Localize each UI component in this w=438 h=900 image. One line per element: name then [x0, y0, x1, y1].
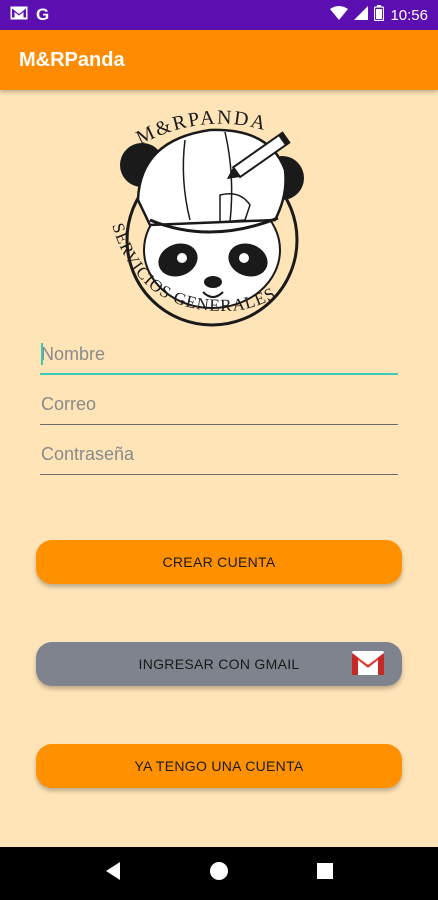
name-field[interactable] [40, 335, 398, 375]
panda-logo: M&RPANDA SERVICIOS GENERALES [100, 106, 330, 335]
cellular-signal-icon [354, 5, 369, 25]
recents-icon[interactable] [316, 862, 334, 885]
gmail-login-button[interactable]: INGRESAR CON GMAIL [36, 642, 402, 686]
create-account-button[interactable]: CREAR CUENTA [36, 540, 402, 584]
gmail-notification-icon [10, 6, 28, 25]
name-field-wrapper [40, 335, 398, 375]
password-field[interactable] [40, 435, 398, 475]
have-account-button[interactable]: YA TENGO UNA CUENTA [36, 744, 402, 788]
have-account-label: YA TENGO UNA CUENTA [134, 758, 304, 774]
password-field-wrapper [40, 435, 398, 475]
wifi-icon [330, 5, 349, 25]
battery-icon [374, 4, 385, 26]
google-icon: G [36, 5, 50, 24]
app-bar: M&RPanda [0, 30, 438, 90]
email-field-wrapper [40, 385, 398, 425]
gmail-login-label: INGRESAR CON GMAIL [138, 656, 300, 672]
back-icon[interactable] [104, 861, 122, 886]
text-cursor [41, 343, 43, 365]
status-time: 10:56 [390, 6, 428, 24]
status-bar: G 10:56 [0, 0, 438, 30]
app-title: M&RPanda [19, 48, 125, 71]
email-field[interactable] [40, 385, 398, 425]
create-account-label: CREAR CUENTA [162, 554, 276, 570]
home-icon[interactable] [209, 861, 229, 886]
gmail-icon [351, 649, 385, 677]
navigation-bar [0, 847, 438, 900]
